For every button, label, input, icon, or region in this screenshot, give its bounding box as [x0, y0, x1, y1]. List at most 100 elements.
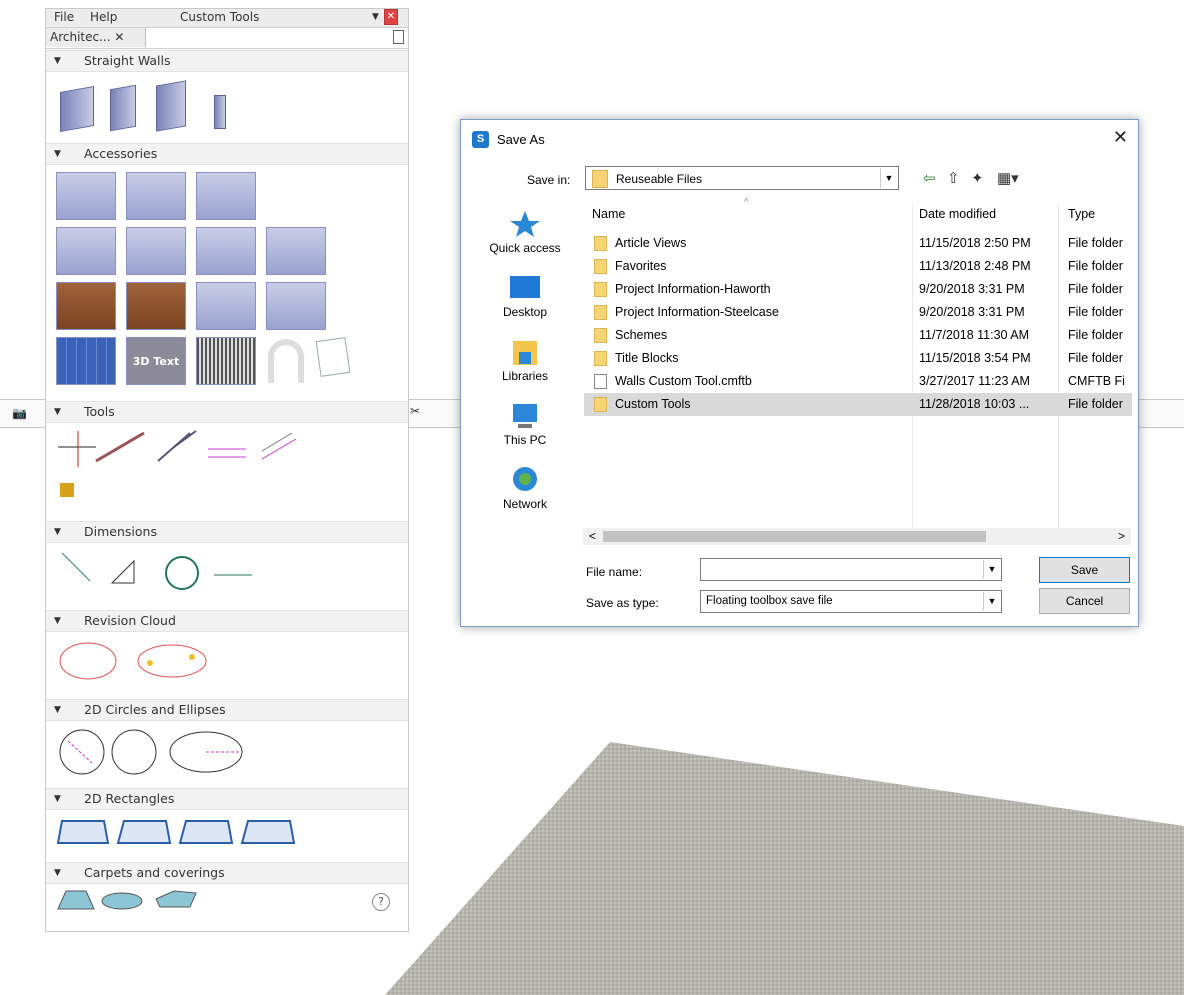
carpet-tools-icons[interactable]: [56, 887, 256, 917]
save-button[interactable]: Save: [1039, 557, 1130, 583]
panel-tool-icon[interactable]: [56, 227, 116, 275]
section-tools[interactable]: ▼ Tools: [46, 401, 408, 423]
place-libraries[interactable]: Libraries: [475, 338, 575, 383]
file-icon: [594, 374, 607, 389]
cancel-button[interactable]: Cancel: [1039, 588, 1130, 614]
drapes-tool-icon[interactable]: [266, 282, 326, 330]
pipe-tool-icon[interactable]: [268, 339, 304, 383]
list-item-selected[interactable]: Custom Tools 11/28/2018 10:03 ... File f…: [584, 393, 1132, 416]
rectangle-tools-icons[interactable]: [56, 813, 356, 853]
curtains-tool-icon[interactable]: [196, 282, 256, 330]
desktop-icon: [510, 276, 540, 298]
folder-icon: [594, 328, 607, 343]
list-item[interactable]: Article Views 11/15/2018 2:50 PM File fo…: [584, 232, 1132, 255]
chevron-down-icon[interactable]: ▼: [880, 168, 897, 188]
toolbox-tabs: Architec... ✕: [46, 28, 408, 49]
dialog-titlebar: S Save As ✕: [461, 120, 1138, 158]
up-folder-icon[interactable]: ⇧: [947, 169, 960, 187]
column-header-name[interactable]: Name: [592, 207, 625, 221]
chevron-down-icon[interactable]: ▼: [983, 560, 1000, 579]
camera-icon[interactable]: 📷: [12, 406, 27, 420]
list-item[interactable]: Project Information-Steelcase 9/20/2018 …: [584, 301, 1132, 324]
scrollbar-thumb[interactable]: [603, 531, 986, 542]
file-name-input[interactable]: ▼: [700, 558, 1002, 581]
tab-architecture[interactable]: Architec... ✕: [46, 28, 146, 47]
save-in-dropdown[interactable]: Reuseable Files ▼: [585, 166, 899, 190]
collapse-triangle-icon[interactable]: ▼: [54, 402, 61, 422]
list-item[interactable]: Schemes 11/7/2018 11:30 AM File folder: [584, 324, 1132, 347]
collapse-triangle-icon[interactable]: ▼: [54, 789, 61, 809]
scroll-left-icon[interactable]: <: [589, 529, 596, 543]
scroll-right-icon[interactable]: >: [1118, 529, 1125, 543]
door-tool-icon[interactable]: [56, 172, 116, 220]
collapse-triangle-icon[interactable]: ▼: [54, 700, 61, 720]
wall-tool-1-icon[interactable]: [60, 86, 94, 132]
circle-ellipse-tools-icons[interactable]: [56, 725, 356, 785]
window-tool-icon[interactable]: [126, 227, 186, 275]
menu-file[interactable]: File: [54, 10, 74, 24]
collapse-triangle-icon[interactable]: ▼: [54, 144, 61, 164]
folder-icon: [594, 282, 607, 297]
column-header-date[interactable]: Date modified: [919, 207, 996, 221]
section-carpets-coverings[interactable]: ▼ Carpets and coverings: [46, 862, 408, 884]
3d-text-tool-icon[interactable]: 3D Text: [126, 337, 186, 385]
blinds-tool-icon[interactable]: [56, 282, 116, 330]
help-icon[interactable]: ?: [372, 893, 390, 911]
sliding-door-tool-icon[interactable]: [196, 172, 256, 220]
file-list: ^ Name Date modified Type Article Views …: [583, 197, 1132, 550]
drawing-tools-icons[interactable]: [56, 427, 356, 517]
collapse-triangle-icon[interactable]: ▼: [54, 51, 61, 71]
list-item[interactable]: Title Blocks 11/15/2018 3:54 PM File fol…: [584, 347, 1132, 370]
label-tool-icon[interactable]: [315, 337, 351, 377]
window-sill-tool-icon[interactable]: [196, 227, 256, 275]
wall-tool-3-icon[interactable]: [156, 80, 186, 132]
close-button[interactable]: ✕: [1113, 127, 1128, 148]
revision-cloud-icons[interactable]: [56, 635, 356, 695]
section-straight-walls[interactable]: ▼ Straight Walls: [46, 50, 408, 72]
column-header-type[interactable]: Type: [1068, 207, 1095, 221]
close-icon[interactable]: ✕: [384, 9, 398, 25]
curtain-rail-tool-icon[interactable]: [266, 227, 326, 275]
places-bar: Quick access Desktop Libraries This PC N…: [475, 202, 575, 542]
shutter-tool-icon[interactable]: [126, 282, 186, 330]
place-quick-access[interactable]: Quick access: [475, 210, 575, 255]
new-folder-icon[interactable]: ✦: [971, 169, 984, 187]
solar-panel-tool-icon[interactable]: [56, 337, 116, 385]
save-type-dropdown[interactable]: Floating toolbox save file ▼: [700, 590, 1002, 613]
dimension-tools-icons[interactable]: [56, 547, 356, 597]
toolbox-menubar: File Help Custom Tools ▼ ✕: [46, 9, 408, 28]
list-item[interactable]: Walls Custom Tool.cmftb 3/27/2017 11:23 …: [584, 370, 1132, 393]
wall-tool-2-icon[interactable]: [110, 84, 136, 132]
radiator-tool-icon[interactable]: [196, 337, 256, 385]
section-2d-rectangles[interactable]: ▼ 2D Rectangles: [46, 788, 408, 810]
libraries-icon: [513, 341, 537, 365]
menu-help[interactable]: Help: [90, 10, 117, 24]
list-item[interactable]: Favorites 11/13/2018 2:48 PM File folder: [584, 255, 1132, 278]
arch-opening-tool-icon[interactable]: [126, 172, 186, 220]
folder-icon: [594, 305, 607, 320]
file-name-label: File name:: [586, 565, 643, 579]
toolbox-title: Custom Tools: [180, 10, 260, 24]
back-icon[interactable]: ⇦: [923, 169, 936, 187]
collapse-triangle-icon[interactable]: ▼: [54, 863, 61, 883]
view-menu-icon[interactable]: ▦▾: [997, 169, 1019, 187]
list-item[interactable]: Project Information-Haworth 9/20/2018 3:…: [584, 278, 1132, 301]
place-desktop[interactable]: Desktop: [475, 274, 575, 319]
network-icon: [513, 467, 537, 491]
cut-tool-icon[interactable]: ✂: [410, 404, 420, 418]
horizontal-scrollbar[interactable]: < >: [583, 528, 1131, 545]
folder-icon: [594, 351, 607, 366]
chevron-down-icon[interactable]: ▼: [983, 592, 1000, 611]
section-revision-cloud[interactable]: ▼ Revision Cloud: [46, 610, 408, 632]
collapse-triangle-icon[interactable]: ▼: [54, 522, 61, 542]
save-type-label: Save as type:: [586, 596, 659, 610]
section-dimensions[interactable]: ▼ Dimensions: [46, 521, 408, 543]
wall-tool-4-icon[interactable]: [214, 95, 226, 129]
new-tab-icon[interactable]: [393, 30, 404, 44]
section-2d-circles-ellipses[interactable]: ▼ 2D Circles and Ellipses: [46, 699, 408, 721]
place-network[interactable]: Network: [475, 466, 575, 511]
collapse-triangle-icon[interactable]: ▼: [54, 611, 61, 631]
chevron-down-icon[interactable]: ▼: [372, 12, 379, 22]
place-this-pc[interactable]: This PC: [475, 402, 575, 447]
section-accessories[interactable]: ▼ Accessories: [46, 143, 408, 165]
